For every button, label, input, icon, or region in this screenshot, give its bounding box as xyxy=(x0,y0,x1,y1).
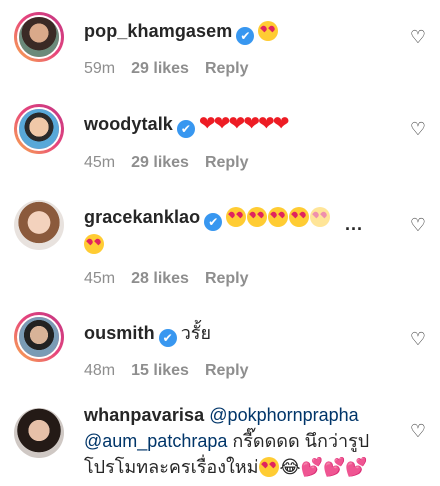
heart-outline-icon[interactable]: ♡ xyxy=(408,28,428,48)
heart-outline-icon[interactable]: ♡ xyxy=(408,330,428,350)
mention-link[interactable]: @pokphornprapha xyxy=(209,405,358,425)
comment-likes[interactable]: 28 likes xyxy=(131,270,189,287)
more-options-button[interactable]: ... xyxy=(345,214,363,235)
heart-eyes-emoji-icon xyxy=(289,207,310,227)
heart-eyes-emoji-icon xyxy=(258,21,279,41)
comment-username[interactable]: ousmith xyxy=(84,323,155,343)
comment-time: 45m xyxy=(84,154,116,171)
reply-button[interactable]: Reply xyxy=(205,270,249,287)
heart-outline-icon[interactable]: ♡ xyxy=(408,216,428,236)
avatar[interactable] xyxy=(14,312,64,362)
emoji-sequence: 😂💕💕💕 xyxy=(279,457,368,478)
verified-badge-icon: ✔ xyxy=(176,120,195,138)
hearts-emoji: ❤❤❤❤❤❤ xyxy=(198,111,290,135)
verified-badge-icon: ✔ xyxy=(204,213,223,231)
comment-meta: 45m 28 likes Reply xyxy=(84,270,265,288)
comment-text: วรั้ย xyxy=(180,323,212,343)
mention-link[interactable]: @aum_patchrapa xyxy=(84,431,227,451)
heart-outline-icon[interactable]: ♡ xyxy=(408,120,428,140)
verified-badge-icon: ✔ xyxy=(236,27,255,45)
comment-time: 59m xyxy=(84,60,116,77)
comment-meta: 45m 29 likes Reply xyxy=(84,154,265,172)
avatar[interactable] xyxy=(14,12,64,62)
heart-outline-icon[interactable]: ♡ xyxy=(408,422,428,442)
verified-badge-icon: ✔ xyxy=(158,329,177,347)
heart-eyes-emoji-icon xyxy=(310,207,331,227)
heart-eyes-emoji-icon xyxy=(226,207,247,227)
comment-text: โปรโมทละครเรื่องใหม่ xyxy=(84,457,259,477)
comment-likes[interactable]: 29 likes xyxy=(131,154,189,171)
comment-username[interactable]: woodytalk xyxy=(84,114,173,134)
heart-eyes-emoji-icon xyxy=(258,457,279,477)
comment-username[interactable]: pop_khamgasem xyxy=(84,21,232,41)
avatar[interactable] xyxy=(14,200,64,250)
heart-eyes-emoji-icon xyxy=(84,234,104,254)
heart-eyes-emoji-icon xyxy=(247,207,268,227)
comment-likes[interactable]: 15 likes xyxy=(131,362,189,379)
comment-list: pop_khamgasem ✔ 59m 29 likes Reply ♡ woodyt… xyxy=(0,0,440,486)
comment-time: 45m xyxy=(84,270,116,287)
comment-time: 48m xyxy=(84,362,116,379)
comment-meta: 48m 15 likes Reply xyxy=(84,362,265,380)
comment-text: กรี๊ดดดด นึกว่ารูป xyxy=(227,431,370,451)
reply-button[interactable]: Reply xyxy=(205,60,249,77)
avatar[interactable] xyxy=(14,408,64,458)
reply-button[interactable]: Reply xyxy=(205,154,249,171)
comment-username[interactable]: gracekanklao xyxy=(84,207,200,227)
heart-eyes-emoji-icon xyxy=(268,207,289,227)
comment-likes[interactable]: 29 likes xyxy=(131,60,189,77)
comment-username[interactable]: whanpavarisa xyxy=(84,405,204,425)
avatar[interactable] xyxy=(14,104,64,154)
reply-button[interactable]: Reply xyxy=(205,362,249,379)
comment-meta: 59m 29 likes Reply xyxy=(84,60,265,78)
